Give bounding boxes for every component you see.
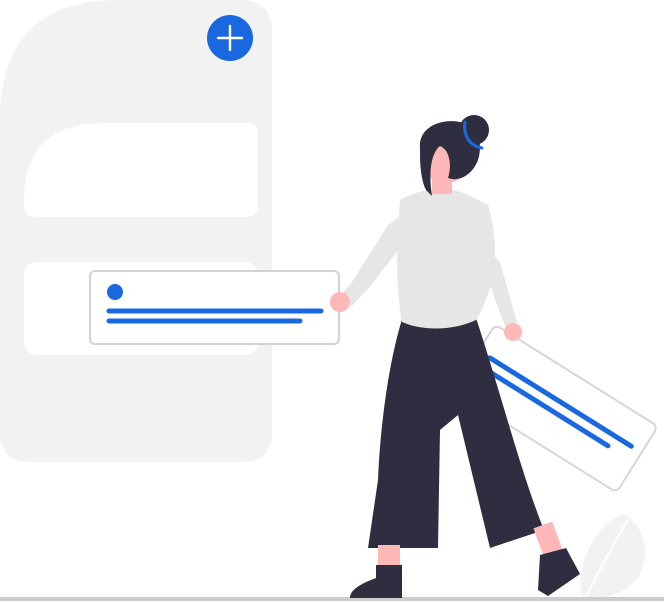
- person-left-arm: [340, 215, 402, 306]
- ground-line: [0, 597, 664, 601]
- person-right-shoe: [538, 548, 580, 596]
- app-panel-background: [0, 0, 272, 462]
- plant: [580, 514, 645, 600]
- person-shirt: [397, 189, 496, 329]
- dragged-card[interactable]: [89, 270, 340, 345]
- dragged-card-dot: [107, 284, 123, 300]
- add-button[interactable]: [207, 15, 253, 61]
- person-left-shoe: [350, 565, 402, 598]
- person-right-hand: [504, 323, 522, 341]
- app-card-top: [24, 123, 258, 217]
- person-left-hand: [330, 292, 350, 312]
- add-item-illustration: [0, 0, 664, 601]
- app-panel: [0, 0, 272, 462]
- person-left-ankle: [378, 545, 400, 567]
- dragged-card-body[interactable]: [89, 270, 340, 345]
